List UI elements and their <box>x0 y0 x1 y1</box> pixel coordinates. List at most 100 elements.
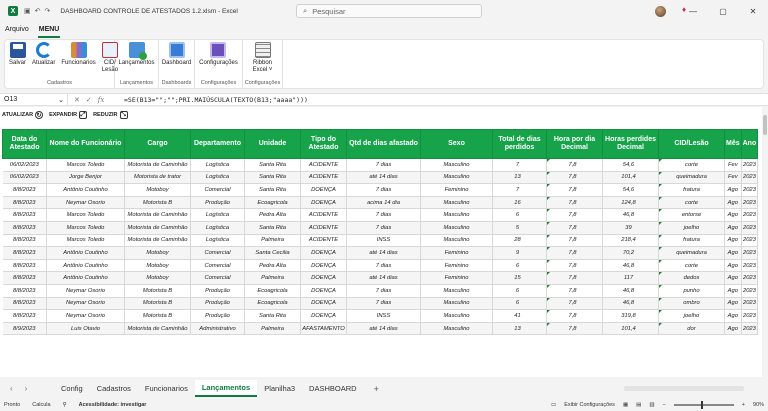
expandir-button[interactable]: EXPANDIR ⤢ <box>49 111 88 119</box>
table-cell[interactable]: até 14 dias <box>346 246 421 260</box>
table-cell[interactable]: fratura <box>658 183 725 197</box>
zoom-in-icon[interactable]: + <box>742 402 745 408</box>
restore-button[interactable]: ▢ <box>708 7 738 16</box>
table-cell[interactable]: Logística <box>190 221 245 235</box>
zoom-slider[interactable] <box>673 400 734 409</box>
table-cell[interactable]: 13 <box>492 171 547 185</box>
table-cell[interactable]: INSS <box>346 309 421 323</box>
table-cell[interactable]: 46,8 <box>602 259 659 273</box>
table-cell[interactable]: 7 dias <box>346 208 421 222</box>
table-cell[interactable]: Motorista B <box>124 309 191 323</box>
table-cell[interactable]: ACIDENTE <box>300 234 347 248</box>
table-cell[interactable]: 39 <box>602 221 659 235</box>
table-cell[interactable]: Fev <box>724 171 742 185</box>
table-cell[interactable]: Fev <box>724 158 742 172</box>
table-cell[interactable]: 2023 <box>741 196 759 210</box>
table-cell[interactable]: Pedra Alta <box>244 208 301 222</box>
table-cell[interactable]: Logística <box>190 171 245 185</box>
sheet-tab-cadastros[interactable]: Cadastros <box>90 380 138 397</box>
table-cell[interactable]: Comercial <box>190 183 245 197</box>
table-cell[interactable]: 7,8 <box>546 158 603 172</box>
table-cell[interactable]: Neymar Osorio <box>46 284 125 298</box>
table-cell[interactable]: 2023 <box>741 271 759 285</box>
prev-sheet-icon[interactable]: ‹ <box>10 384 13 393</box>
table-cell[interactable]: Administrativo <box>190 322 245 336</box>
tab-arquivo[interactable]: Arquivo <box>4 26 30 38</box>
next-sheet-icon[interactable]: › <box>25 384 28 393</box>
table-cell[interactable]: 218,4 <box>602 234 659 248</box>
table-cell[interactable]: 101,4 <box>602 322 659 336</box>
table-cell[interactable]: 2023 <box>741 221 759 235</box>
table-cell[interactable]: Motorista B <box>124 297 191 311</box>
table-cell[interactable]: 7,8 <box>546 221 603 235</box>
table-cell[interactable]: Ago <box>724 234 742 248</box>
accessibility-status[interactable]: Acessibilidade: investigar <box>79 402 147 408</box>
table-cell[interactable]: 117 <box>602 271 659 285</box>
table-cell[interactable]: DOENÇA <box>300 297 347 311</box>
table-cell[interactable]: 6 <box>492 208 547 222</box>
table-cell[interactable]: Comercial <box>190 246 245 260</box>
table-cell[interactable]: Ecoagricola <box>244 284 301 298</box>
table-cell[interactable]: Logística <box>190 234 245 248</box>
table-cell[interactable]: Neymar Osorio <box>46 196 125 210</box>
table-cell[interactable]: 8/8/2023 <box>2 183 47 197</box>
enter-icon[interactable]: ✓ <box>86 96 92 104</box>
table-cell[interactable]: Neymar Osorio <box>46 297 125 311</box>
header-nome-funcionario[interactable]: Nome do Funcionário <box>46 129 125 159</box>
table-cell[interactable]: queimadura <box>658 246 725 260</box>
table-cell[interactable]: Motoboy <box>124 259 191 273</box>
table-cell[interactable]: 7,8 <box>546 171 603 185</box>
table-cell[interactable]: Masculino <box>420 158 493 172</box>
table-cell[interactable]: Ago <box>724 208 742 222</box>
table-cell[interactable]: 2023 <box>741 158 759 172</box>
table-cell[interactable]: Ago <box>724 196 742 210</box>
tab-menu[interactable]: MENU <box>37 26 61 38</box>
table-cell[interactable]: Comercial <box>190 271 245 285</box>
table-cell[interactable]: corte <box>658 158 725 172</box>
sheet-tab-config[interactable]: Config <box>54 380 90 397</box>
table-cell[interactable]: 7,8 <box>546 234 603 248</box>
header-cargo[interactable]: Cargo <box>124 129 191 159</box>
table-cell[interactable]: 8/8/2023 <box>2 284 47 298</box>
redo-icon[interactable]: ↷ <box>45 7 51 15</box>
table-cell[interactable]: 7,8 <box>546 284 603 298</box>
table-cell[interactable]: 7 dias <box>346 284 421 298</box>
table-cell[interactable]: 7 dias <box>346 183 421 197</box>
table-cell[interactable]: Ecoagricola <box>244 297 301 311</box>
scroll-thumb[interactable] <box>763 115 767 135</box>
table-cell[interactable]: INSS <box>346 234 421 248</box>
table-cell[interactable]: ACIDENTE <box>300 158 347 172</box>
header-ano[interactable]: Ano <box>740 129 759 159</box>
table-cell[interactable]: Ecoagricola <box>244 196 301 210</box>
table-cell[interactable]: DOENÇA <box>300 271 347 285</box>
table-cell[interactable]: 5 <box>492 221 547 235</box>
table-cell[interactable]: 7,8 <box>546 322 603 336</box>
table-cell[interactable]: DOENÇA <box>300 259 347 273</box>
sheet-tab-lancamentos[interactable]: Lançamentos <box>194 380 258 397</box>
table-cell[interactable]: 6 <box>492 297 547 311</box>
table-cell[interactable]: 7,8 <box>546 259 603 273</box>
table-cell[interactable]: Marcos Toledo <box>46 208 125 222</box>
table-cell[interactable]: até 14 dias <box>346 271 421 285</box>
undo-icon[interactable]: ↶ <box>35 7 41 15</box>
table-cell[interactable]: Santa Rita <box>244 183 301 197</box>
header-mes[interactable]: Mês <box>724 129 742 159</box>
table-cell[interactable]: 319,8 <box>602 309 659 323</box>
table-cell[interactable]: Feminino <box>420 271 493 285</box>
table-cell[interactable]: Marcos Toledo <box>46 221 125 235</box>
table-cell[interactable]: 41 <box>492 309 547 323</box>
table-cell[interactable]: Produção <box>190 284 245 298</box>
table-cell[interactable]: Antônio Coutinho <box>46 246 125 260</box>
header-departamento[interactable]: Departamento <box>190 129 245 159</box>
table-cell[interactable]: Ago <box>724 259 742 273</box>
table-cell[interactable]: 8/8/2023 <box>2 221 47 235</box>
table-cell[interactable]: DOENÇA <box>300 196 347 210</box>
table-cell[interactable]: Luis Otavio <box>46 322 125 336</box>
table-cell[interactable]: DOENÇA <box>300 183 347 197</box>
table-cell[interactable]: entorse <box>658 208 725 222</box>
table-cell[interactable]: Antônio Coutinho <box>46 259 125 273</box>
table-cell[interactable]: 124,8 <box>602 196 659 210</box>
sheet-tab-planilha3[interactable]: Planilha3 <box>257 380 302 397</box>
table-cell[interactable]: Santa Rita <box>244 158 301 172</box>
table-cell[interactable]: 7,8 <box>546 208 603 222</box>
